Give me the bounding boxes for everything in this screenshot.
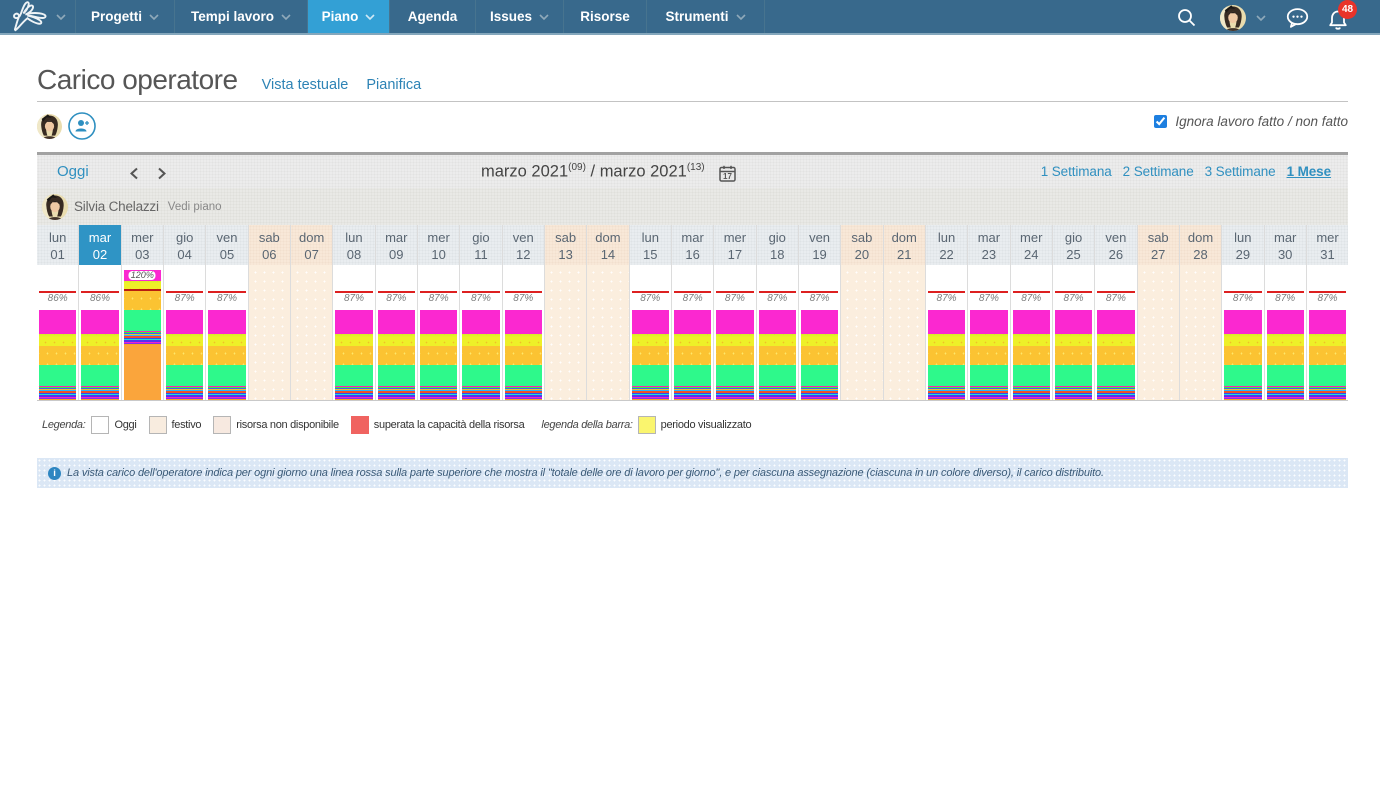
svg-text:17: 17 [723, 172, 732, 181]
